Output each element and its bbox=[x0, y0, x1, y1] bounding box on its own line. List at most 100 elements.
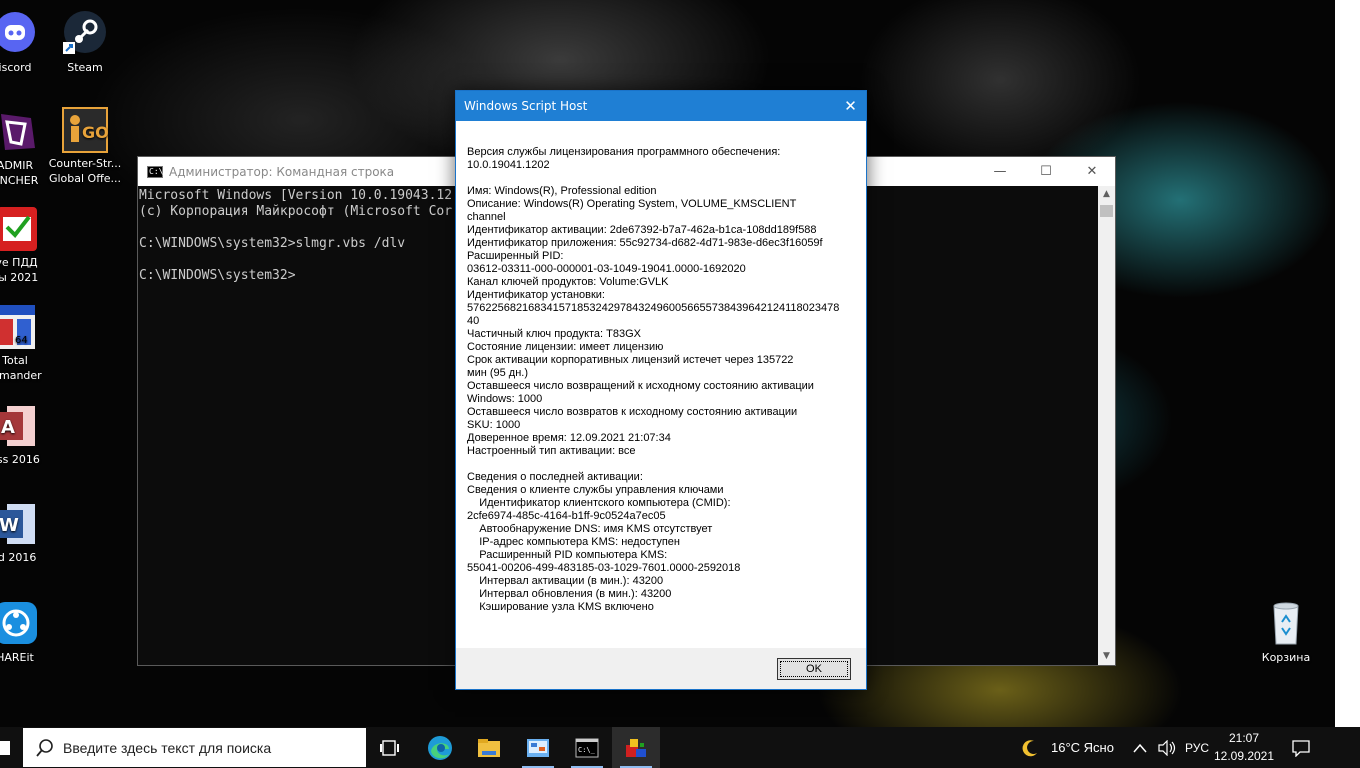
dialog-line: Описание: Windows(R) Operating System, V… bbox=[467, 198, 797, 210]
recycle-bin-icon bbox=[1262, 600, 1310, 648]
dialog-line: Настроенный тип активации: все bbox=[467, 445, 636, 457]
script-host-dialog[interactable]: Windows Script Host ✕ Версия службы лице… bbox=[455, 90, 867, 690]
dialog-line: 5762256821683415718532429784324960056655… bbox=[467, 302, 840, 314]
desktop-icon-label: Counter-Str... Global Offe... bbox=[48, 157, 122, 185]
scroll-up-icon[interactable]: ▲ bbox=[1098, 186, 1115, 203]
dialog-close-button[interactable]: ✕ bbox=[835, 91, 866, 121]
desktop-icon-label: ess 2016 bbox=[0, 453, 40, 466]
desktop-icon-pdd[interactable]: ive ПДД ты 2021 bbox=[0, 205, 53, 285]
svg-text:W: W bbox=[0, 515, 19, 536]
dialog-line: IP-адрес компьютера KMS: недоступен bbox=[467, 536, 681, 548]
svg-text:GO: GO bbox=[82, 123, 109, 142]
close-button[interactable]: ✕ bbox=[1069, 157, 1115, 186]
dialog-message: Версия службы лицензирования программног… bbox=[467, 146, 847, 614]
edge-button[interactable] bbox=[416, 727, 464, 768]
chevron-up-icon bbox=[1133, 743, 1147, 752]
desktop-icon-label: rd 2016 bbox=[0, 551, 37, 564]
file-explorer-button[interactable] bbox=[465, 727, 513, 768]
dialog-line: Расширенный PID компьютера KMS: bbox=[467, 549, 668, 561]
dialog-line: channel bbox=[467, 211, 506, 223]
dialog-line: Срок активации корпоративных лицензий ис… bbox=[467, 354, 794, 366]
svg-text:A: A bbox=[1, 417, 15, 438]
dialog-line: 40 bbox=[467, 315, 480, 327]
desktop-icon-steam[interactable]: Steam bbox=[47, 10, 123, 75]
clock-date: 12.09.2021 bbox=[1213, 749, 1275, 763]
file-explorer-icon bbox=[478, 738, 500, 757]
dialog-line bbox=[467, 172, 847, 185]
notification-icon bbox=[1292, 739, 1310, 757]
word-icon: W bbox=[0, 500, 39, 548]
cmd-scrollbar[interactable]: ▲ ▼ bbox=[1098, 186, 1115, 665]
desktop-icon-access[interactable]: A ess 2016 bbox=[0, 402, 53, 467]
launcher-icon bbox=[0, 108, 39, 156]
cmd-title: Администратор: Командная строка bbox=[169, 164, 395, 179]
cmd-taskbar-button[interactable]: C:\_ bbox=[563, 727, 611, 768]
dialog-line: Имя: Windows(R), Professional edition bbox=[467, 185, 657, 197]
scroll-thumb[interactable] bbox=[1100, 205, 1113, 217]
dialog-footer: OK bbox=[456, 648, 866, 690]
desktop-icon-label: HAREit bbox=[0, 651, 34, 664]
tray-expand-button[interactable] bbox=[1133, 727, 1147, 768]
maximize-button[interactable]: ☐ bbox=[1023, 157, 1069, 186]
search-icon bbox=[35, 738, 55, 758]
taskbar: Введите здесь текст для поиска bbox=[0, 727, 1360, 768]
minimize-button[interactable]: — bbox=[977, 157, 1023, 186]
dialog-title: Windows Script Host bbox=[464, 99, 588, 113]
dialog-line: Версия службы лицензирования программног… bbox=[467, 146, 781, 158]
dialog-line: Частичный ключ продукта: T83GX bbox=[467, 328, 641, 340]
dialog-line: Интервал обновления (в мин.): 43200 bbox=[467, 588, 672, 600]
dialog-line: Идентификатор активации: 2de67392-b7a7-4… bbox=[467, 224, 817, 236]
dialog-line: Канал ключей продуктов: Volume:GVLK bbox=[467, 276, 669, 288]
cmd-icon: C:\ bbox=[147, 165, 164, 178]
desktop-icon-csgo[interactable]: GO Counter-Str... Global Offe... bbox=[47, 106, 123, 186]
windows-logo-icon bbox=[0, 740, 10, 755]
control-panel-button[interactable] bbox=[514, 727, 562, 768]
csgo-icon: GO bbox=[61, 106, 109, 154]
control-panel-icon bbox=[527, 738, 549, 757]
dialog-titlebar[interactable]: Windows Script Host ✕ bbox=[456, 91, 866, 121]
notification-button[interactable] bbox=[1292, 727, 1310, 768]
desktop-icon-word[interactable]: W rd 2016 bbox=[0, 500, 53, 565]
script-host-taskbar-button[interactable] bbox=[612, 727, 660, 768]
dialog-line: Расширенный PID: bbox=[467, 250, 564, 262]
pdd-icon bbox=[0, 205, 39, 253]
desktop-icon-label: ive ПДД ты 2021 bbox=[0, 256, 39, 284]
speaker-icon bbox=[1158, 739, 1176, 756]
language-indicator[interactable]: РУС bbox=[1185, 727, 1209, 768]
task-view-button[interactable] bbox=[366, 727, 414, 768]
ok-button[interactable]: OK bbox=[777, 658, 851, 680]
desktop-icon-shareit[interactable]: HAREit bbox=[0, 600, 53, 665]
clock-time: 21:07 bbox=[1228, 731, 1260, 745]
desktop-icon-label: Total mmander bbox=[0, 354, 42, 382]
steam-icon bbox=[61, 10, 109, 58]
weather-text: 16°C Ясно bbox=[1051, 740, 1114, 755]
dialog-line: 03612-03311-000-000001-03-1049-19041.000… bbox=[467, 263, 746, 275]
dialog-line: 55041-00206-499-483185-03-1029-7601.0000… bbox=[467, 562, 741, 574]
dialog-line: Состояние лицензии: имеет лицензию bbox=[467, 341, 664, 353]
task-view-icon bbox=[380, 739, 399, 756]
language-text: РУС bbox=[1185, 740, 1210, 755]
desktop-icon-total-commander[interactable]: 64 Total mmander bbox=[0, 303, 53, 383]
dialog-line: Сведения о последней активации: bbox=[467, 471, 643, 483]
dialog-content: Версия службы лицензирования программног… bbox=[456, 121, 866, 648]
dialog-line: SKU: 1000 bbox=[467, 419, 521, 431]
volume-button[interactable] bbox=[1157, 727, 1177, 768]
svg-text:C:\_: C:\_ bbox=[578, 746, 596, 754]
clock[interactable]: 21:07 12.09.2021 bbox=[1210, 729, 1278, 765]
access-icon: A bbox=[0, 402, 39, 450]
desktop-icon-launcher[interactable]: ADMIR UNCHER bbox=[0, 108, 53, 188]
start-button[interactable] bbox=[0, 727, 22, 768]
search-box[interactable]: Введите здесь текст для поиска bbox=[23, 728, 366, 767]
dialog-line: Идентификатор клиентского компьютера (CM… bbox=[467, 497, 731, 509]
dialog-line: Автообнаружение DNS: имя KMS отсутствует bbox=[467, 523, 713, 535]
shareit-icon bbox=[0, 600, 39, 648]
script-host-icon bbox=[626, 738, 646, 757]
desktop-icon-discord[interactable]: iscord bbox=[0, 10, 53, 75]
desktop-icon-label: Steam bbox=[67, 61, 103, 74]
scroll-down-icon[interactable]: ▼ bbox=[1098, 648, 1115, 665]
dialog-line: Сведения о клиенте службы управления клю… bbox=[467, 484, 724, 496]
weather-widget[interactable]: 16°C Ясно bbox=[1020, 727, 1114, 768]
desktop-icon-recycle-bin[interactable]: Корзина bbox=[1248, 600, 1324, 665]
dialog-line: Оставшееся число возвращений к исходному… bbox=[467, 380, 814, 392]
search-placeholder: Введите здесь текст для поиска bbox=[63, 739, 272, 756]
